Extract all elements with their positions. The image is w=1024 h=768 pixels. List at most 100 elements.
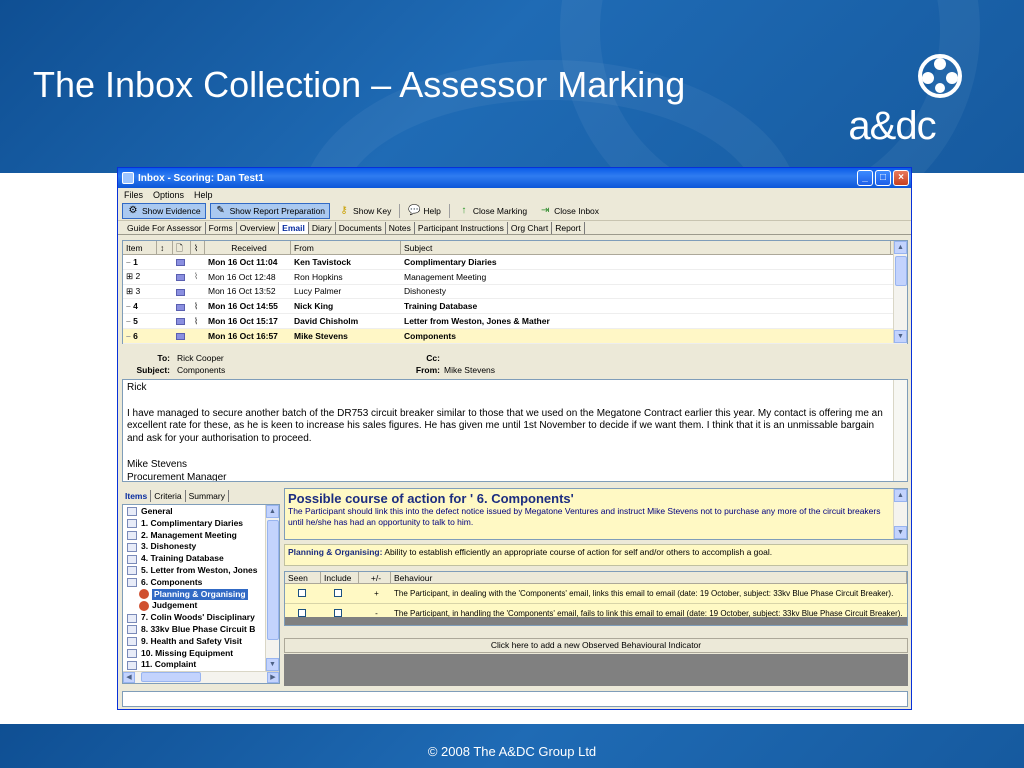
document-icon: 🗋 bbox=[176, 243, 183, 253]
header-banner: The Inbox Collection – Assessor Marking … bbox=[0, 0, 1024, 173]
expand-plus-icon[interactable]: ⊞ bbox=[126, 271, 133, 281]
menu-options[interactable]: Options bbox=[153, 190, 184, 200]
tab-forms[interactable]: Forms bbox=[206, 222, 237, 234]
email-row[interactable]: ⊞ 3 Mon 16 Oct 13:52 Lucy Palmer Dishonesty bbox=[123, 285, 907, 300]
scroll-left-icon[interactable]: ◀ bbox=[123, 672, 135, 683]
seen-checkbox[interactable] bbox=[298, 588, 306, 597]
logo-people-icon bbox=[918, 54, 962, 98]
maximize-button[interactable]: □ bbox=[875, 170, 891, 186]
col-include[interactable]: Include bbox=[321, 572, 359, 583]
tab-org-chart[interactable]: Org Chart bbox=[508, 222, 553, 234]
tab-notes[interactable]: Notes bbox=[386, 222, 415, 234]
logo-text: a&dc bbox=[848, 104, 936, 148]
email-body-scrollbar[interactable] bbox=[893, 380, 907, 481]
tree-node[interactable]: Planning & Organising bbox=[127, 588, 267, 601]
tree-node[interactable]: 1. Complimentary Diaries bbox=[127, 518, 267, 530]
col-plus-minus[interactable]: +/- bbox=[359, 572, 391, 583]
from-label: From: bbox=[415, 365, 440, 375]
scroll-up-icon[interactable]: ▲ bbox=[894, 241, 907, 254]
tab-criteria[interactable]: Criteria bbox=[151, 490, 186, 502]
col-attach[interactable]: ⌇ bbox=[191, 241, 205, 254]
email-row[interactable]: – 5 ⌇ Mon 16 Oct 15:17 David Chisholm Letter… bbox=[123, 314, 907, 329]
add-behavioural-indicator-button[interactable]: Click here to add a new Observed Behavio… bbox=[284, 638, 908, 653]
scroll-thumb[interactable] bbox=[267, 520, 279, 640]
email-row[interactable]: – 1 Mon 16 Oct 11:04 Ken Tavistock Complime… bbox=[123, 255, 907, 270]
include-checkbox[interactable] bbox=[334, 588, 342, 597]
tree-node[interactable]: 5. Letter from Weston, Jones bbox=[127, 565, 267, 577]
window-titlebar: Inbox - Scoring: Dan Test1 _ □ × bbox=[118, 168, 911, 188]
tree-node[interactable]: 10. Missing Equipment bbox=[127, 648, 267, 660]
close-button[interactable]: × bbox=[893, 170, 909, 186]
email-row[interactable]: – 4 ⌇ Mon 16 Oct 14:55 Nick King Training Da… bbox=[123, 299, 907, 315]
col-doc[interactable]: 🗋 bbox=[173, 241, 191, 254]
tree-node[interactable]: 4. Training Database bbox=[127, 553, 267, 565]
scroll-up-icon[interactable]: ▲ bbox=[894, 489, 907, 502]
help-button[interactable]: 💬 Help bbox=[404, 203, 444, 219]
tab-participant-instructions[interactable]: Participant Instructions bbox=[415, 222, 508, 234]
scroll-down-icon[interactable]: ▼ bbox=[266, 658, 279, 671]
col-seen[interactable]: Seen bbox=[285, 572, 321, 583]
tree-node[interactable]: 9. Health and Safety Visit bbox=[127, 636, 267, 648]
col-received[interactable]: Received bbox=[205, 241, 291, 254]
criteria-pane: Items Criteria Summary General 1. Complim… bbox=[122, 488, 280, 686]
tab-items[interactable]: Items bbox=[122, 490, 152, 502]
scroll-up-icon[interactable]: ▲ bbox=[266, 505, 279, 518]
tab-documents[interactable]: Documents bbox=[336, 222, 386, 234]
scroll-down-icon[interactable]: ▼ bbox=[894, 330, 907, 343]
tree-node[interactable]: 8. 33kv Blue Phase Circuit B bbox=[127, 624, 267, 636]
scroll-right-icon[interactable]: ▶ bbox=[267, 672, 279, 683]
competency-label: Planning & Organising: bbox=[288, 547, 383, 557]
col-subject[interactable]: Subject bbox=[401, 241, 891, 254]
show-report-prep-button[interactable]: ✎ Show Report Preparation bbox=[209, 203, 331, 219]
email-body-text: Rick I have managed to secure another bat… bbox=[127, 382, 903, 481]
close-marking-button[interactable]: ↑ Close Marking bbox=[454, 203, 531, 219]
menu-help[interactable]: Help bbox=[194, 190, 213, 200]
email-body[interactable]: Rick I have managed to secure another bat… bbox=[122, 379, 908, 482]
tab-overview[interactable]: Overview bbox=[237, 222, 280, 234]
tab-guide-for-assessor[interactable]: Guide For Assessor bbox=[124, 222, 206, 234]
include-checkbox[interactable] bbox=[334, 608, 342, 617]
main-tabs: Guide For Assessor Forms Overview Email … bbox=[118, 221, 911, 235]
toolbar-separator bbox=[399, 204, 401, 218]
competency-text: Ability to establish efficiently an appr… bbox=[384, 547, 773, 557]
tree-node[interactable]: 6. Components bbox=[127, 577, 267, 589]
email-list-scrollbar[interactable]: ▲ ▼ bbox=[893, 241, 907, 343]
grid-footer-bar bbox=[285, 617, 907, 625]
seen-checkbox[interactable] bbox=[298, 608, 306, 617]
tree-scrollbar[interactable]: ▲ ▼ bbox=[265, 505, 279, 671]
email-received: Mon 16 Oct 11:04 bbox=[208, 256, 278, 267]
tab-report[interactable]: Report bbox=[552, 222, 585, 234]
course-of-action-panel: Possible course of action for ' 6. Compo… bbox=[284, 488, 908, 540]
expand-plus-icon[interactable]: ⊞ bbox=[126, 286, 133, 296]
tab-diary[interactable]: Diary bbox=[309, 222, 336, 234]
email-row[interactable]: – 6 Mon 16 Oct 16:57 Mike Stevens Component… bbox=[123, 328, 907, 344]
close-inbox-button[interactable]: ⇥ Close Inbox bbox=[535, 203, 603, 219]
col-behaviour[interactable]: Behaviour bbox=[391, 572, 907, 583]
show-evidence-button[interactable]: ⚙ Show Evidence bbox=[122, 203, 206, 219]
tree-node[interactable]: 3. Dishonesty bbox=[127, 541, 267, 553]
col-from[interactable]: From bbox=[291, 241, 401, 254]
email-subject: Dishonesty bbox=[404, 286, 447, 297]
tree-node[interactable]: Judgement bbox=[127, 600, 267, 612]
evidence-icon: ⚙ bbox=[128, 205, 138, 216]
tree-node[interactable]: General bbox=[127, 506, 267, 518]
scroll-down-icon[interactable]: ▼ bbox=[894, 526, 907, 539]
behaviour-sign: + bbox=[374, 589, 379, 598]
hscroll-thumb[interactable] bbox=[141, 672, 201, 682]
tab-email[interactable]: Email bbox=[279, 222, 309, 234]
show-key-button[interactable]: ⚷ Show Key bbox=[334, 203, 395, 219]
course-scrollbar[interactable]: ▲ ▼ bbox=[893, 489, 907, 539]
tree-node[interactable]: 7. Colin Woods' Disciplinary bbox=[127, 612, 267, 624]
email-row[interactable]: ⊞ 2 ⌇ Mon 16 Oct 12:48 Ron Hopkins Managemen… bbox=[123, 270, 907, 285]
tab-summary[interactable]: Summary bbox=[186, 490, 229, 502]
behaviour-row: + The Participant, in dealing with the '… bbox=[285, 584, 907, 604]
tree-node[interactable]: 11. Complaint bbox=[127, 659, 267, 671]
col-flag[interactable]: ↕ bbox=[157, 241, 173, 254]
menu-files[interactable]: Files bbox=[124, 190, 143, 200]
tree-hscrollbar[interactable]: ◀ ▶ bbox=[123, 671, 279, 683]
subject-value: Components bbox=[177, 365, 226, 375]
minimize-button[interactable]: _ bbox=[857, 170, 873, 186]
scroll-thumb[interactable] bbox=[895, 256, 907, 286]
tree-node[interactable]: 2. Management Meeting bbox=[127, 530, 267, 542]
col-item[interactable]: Item bbox=[123, 241, 157, 254]
